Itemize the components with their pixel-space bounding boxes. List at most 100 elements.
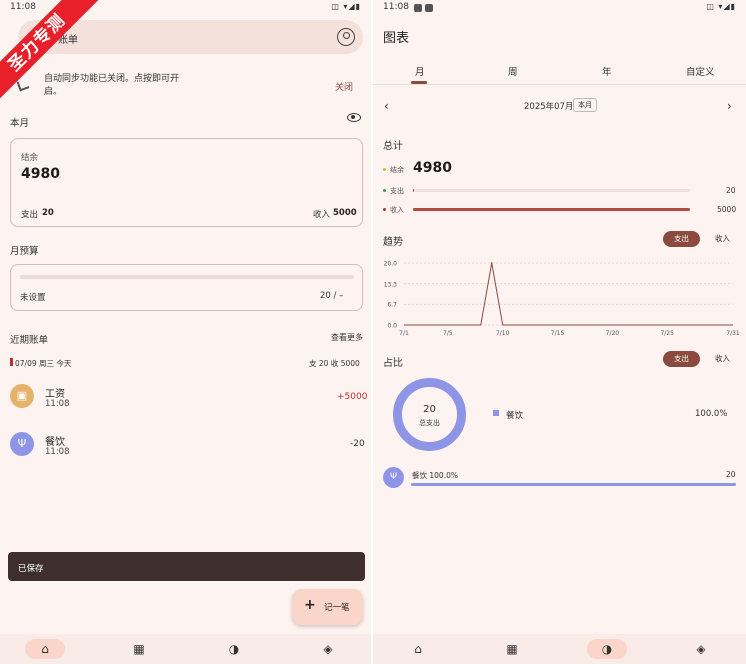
donut-value: 20 bbox=[423, 404, 436, 415]
bottom-nav: ⌂ ▦ ◑ ◈ bbox=[373, 634, 746, 664]
x-tick-label: 7/10 bbox=[496, 330, 510, 337]
tab-year[interactable]: 年 bbox=[602, 64, 612, 78]
layers-icon[interactable]: ◈ bbox=[681, 639, 721, 659]
share-title: 占比 bbox=[383, 358, 403, 369]
wallet-icon: ▣ bbox=[10, 384, 34, 408]
next-month-icon[interactable]: › bbox=[727, 99, 732, 113]
tab-divider bbox=[373, 84, 746, 85]
this-month-button[interactable]: 本月 bbox=[573, 98, 597, 112]
status-time: 11:08 bbox=[10, 2, 36, 12]
y-tick-label: 13.3 bbox=[384, 281, 398, 288]
fork-knife-icon: Ψ bbox=[10, 432, 34, 456]
sync-notice[interactable]: 自动同步功能已关闭。点按即可开启。 bbox=[44, 73, 184, 99]
add-record-label: 记一笔 bbox=[324, 603, 350, 613]
notification-icon bbox=[414, 4, 422, 12]
status-icons: ◫ ▾◢▮ bbox=[706, 2, 736, 11]
balance-card[interactable]: 结余 4980 支出 20 收入 5000 bbox=[10, 138, 363, 227]
x-tick-label: 7/1 bbox=[399, 330, 409, 337]
add-record-button[interactable]: + 记一笔 bbox=[292, 589, 363, 625]
day-summary: 支 20 收 5000 bbox=[309, 359, 360, 368]
recent-title: 近期账单 bbox=[10, 335, 49, 346]
expense-value: 20 bbox=[42, 208, 54, 218]
category-bar bbox=[411, 483, 736, 486]
expense-value: 20 bbox=[726, 186, 736, 195]
income-bar-fill bbox=[413, 208, 690, 211]
x-tick-label: 7/5 bbox=[443, 330, 453, 337]
expense-label: 支出 bbox=[21, 210, 39, 220]
share-income-toggle[interactable]: 收入 bbox=[704, 351, 741, 367]
month-label: 2025年07月 bbox=[524, 102, 574, 112]
calendar-icon[interactable]: ▦ bbox=[119, 639, 159, 659]
transaction-time: 11:08 bbox=[45, 447, 70, 457]
income-dot bbox=[383, 208, 386, 211]
budget-card[interactable]: 未设置 20 / – bbox=[10, 264, 363, 311]
account-icon[interactable] bbox=[337, 28, 355, 46]
x-tick-label: 7/20 bbox=[606, 330, 620, 337]
day-header: 07/09 周三 今天 bbox=[15, 359, 72, 368]
layers-icon[interactable]: ◈ bbox=[308, 639, 348, 659]
bottom-nav: ⌂ ▦ ◑ ◈ bbox=[0, 634, 371, 664]
trend-line bbox=[404, 262, 733, 326]
status-bar: 11:08 ◫ ▾◢▮ bbox=[373, 0, 746, 16]
day-marker bbox=[10, 358, 13, 366]
trend-expense-toggle[interactable]: 支出 bbox=[663, 231, 700, 247]
budget-progress bbox=[20, 275, 354, 279]
y-tick-label: 20.0 bbox=[384, 261, 398, 268]
y-tick-label: 6.7 bbox=[387, 302, 397, 309]
y-tick-label: 0.0 bbox=[387, 323, 397, 330]
this-month-title: 本月 bbox=[10, 118, 30, 129]
category-label: 餐饮 100.0% bbox=[412, 471, 458, 480]
transaction-amount: -20 bbox=[350, 439, 365, 449]
chart-icon[interactable]: ◑ bbox=[214, 639, 254, 659]
page-title: 图表 bbox=[383, 31, 410, 46]
balance-dot bbox=[383, 168, 386, 171]
legend-percent: 100.0% bbox=[695, 409, 728, 419]
balance-label: 结余 bbox=[390, 166, 404, 174]
tab-custom[interactable]: 自定义 bbox=[686, 64, 715, 78]
transaction-name: 餐饮 bbox=[45, 437, 65, 448]
chart-screen: 11:08 ◫ ▾◢▮ 图表 月 周 年 自定义 ‹ 2025年07月 本月 ›… bbox=[373, 0, 746, 664]
balance-label: 结余 bbox=[21, 153, 39, 163]
tab-week[interactable]: 周 bbox=[508, 64, 518, 78]
snackbar: 已保存 bbox=[8, 552, 365, 581]
budget-value: 20 / – bbox=[320, 291, 344, 301]
tab-month[interactable]: 月 bbox=[415, 64, 425, 78]
notification-icon bbox=[425, 4, 433, 12]
sync-close-button[interactable]: 关闭 bbox=[335, 80, 353, 93]
see-more-link[interactable]: 查看更多 bbox=[331, 332, 363, 343]
eye-icon[interactable] bbox=[347, 113, 361, 122]
income-label: 收入 bbox=[313, 210, 331, 220]
prev-month-icon[interactable]: ‹ bbox=[384, 99, 389, 113]
x-tick-label: 7/31 bbox=[726, 330, 740, 337]
transaction-time: 11:08 bbox=[45, 399, 70, 409]
status-time: 11:08 bbox=[383, 2, 409, 12]
total-title: 总计 bbox=[383, 141, 403, 152]
home-icon[interactable]: ⌂ bbox=[398, 639, 438, 659]
transaction-name: 工资 bbox=[45, 389, 65, 400]
home-icon[interactable]: ⌂ bbox=[25, 639, 65, 659]
budget-title: 月预算 bbox=[10, 246, 39, 257]
donut-label: 总支出 bbox=[419, 419, 440, 427]
expense-bar-fill bbox=[413, 189, 415, 192]
income-label: 收入 bbox=[390, 206, 404, 214]
legend-swatch bbox=[493, 410, 499, 416]
expense-bar bbox=[413, 189, 690, 192]
plus-icon: + bbox=[304, 597, 316, 613]
donut-center: 20 总支出 bbox=[392, 404, 467, 428]
category-value: 20 bbox=[726, 470, 736, 479]
legend-name: 餐饮 bbox=[506, 411, 524, 421]
home-screen: 11:08 ◫ ▾◢▮ 圣力专测 账单 自动同步功能已关闭。点按即可开启。 关闭… bbox=[0, 0, 371, 664]
trend-title: 趋势 bbox=[383, 237, 403, 248]
expense-dot bbox=[383, 189, 386, 192]
income-bar bbox=[413, 208, 690, 211]
budget-status: 未设置 bbox=[20, 293, 46, 303]
income-value: 5000 bbox=[333, 208, 357, 218]
sync-off-icon bbox=[16, 78, 30, 92]
expense-label: 支出 bbox=[390, 187, 404, 195]
status-icons: ◫ ▾◢▮ bbox=[331, 2, 361, 11]
trend-income-toggle[interactable]: 收入 bbox=[704, 231, 741, 247]
chart-icon[interactable]: ◑ bbox=[587, 639, 627, 659]
share-expense-toggle[interactable]: 支出 bbox=[663, 351, 700, 367]
calendar-icon[interactable]: ▦ bbox=[492, 639, 532, 659]
fork-knife-icon: Ψ bbox=[383, 467, 404, 488]
